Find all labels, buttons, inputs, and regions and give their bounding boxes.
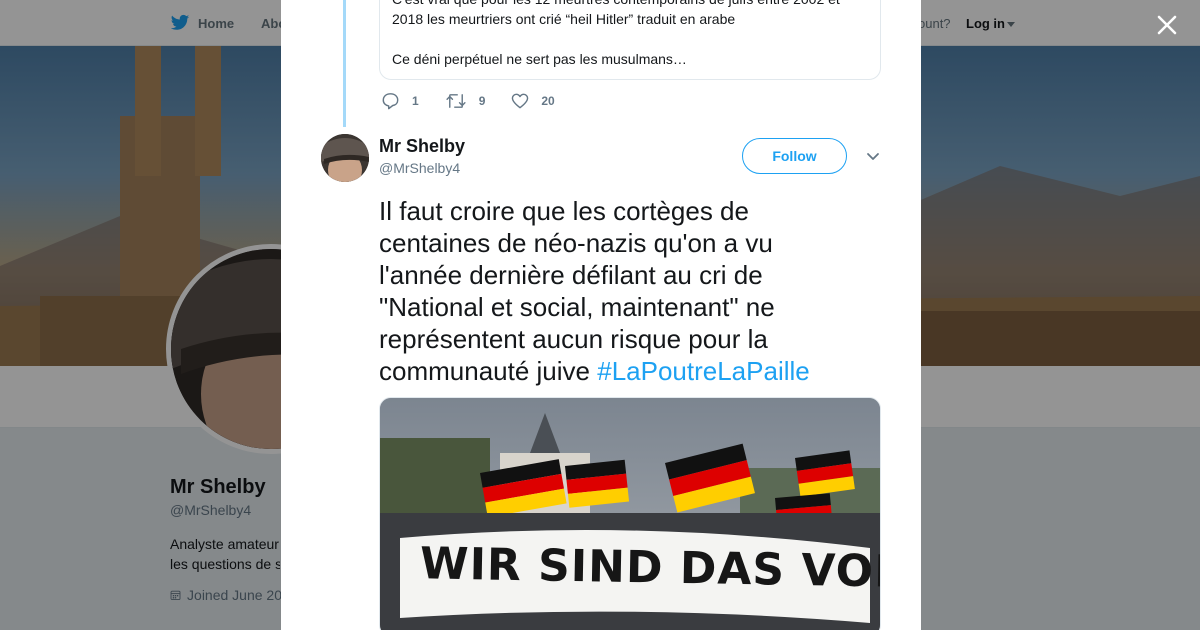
tweet-author-name[interactable]: Mr Shelby [379, 136, 465, 157]
tweet-text-line: représentent aucun risque pour la [379, 324, 768, 354]
tweet-actions-bar: 1 9 20 [381, 92, 581, 110]
hashtag-link[interactable]: #LaPoutreLaPaille [597, 356, 810, 386]
tweet-text-line: centaines de néo-nazis qu'on a vu [379, 228, 773, 258]
retweet-icon [446, 94, 466, 108]
quoted-tweet-card[interactable]: C'est vrai que pour les 12 meurtres cont… [379, 0, 881, 80]
like-count: 20 [541, 94, 555, 108]
avatar-image [321, 134, 369, 182]
quoted-tweet-line: Ce déni perpétuel ne sert pas les musulm… [392, 51, 687, 67]
thread-connector-line [343, 0, 346, 127]
tweet-text-line-last: communauté juive #LaPoutreLaPaille [379, 355, 879, 387]
tweet-text-end: communauté juive [379, 356, 598, 386]
tweet-media-image[interactable]: WIR SIND DAS VOLK! [379, 397, 881, 630]
tweet-modal: C'est vrai que pour les 12 meurtres cont… [281, 0, 921, 630]
tweet-author-handle[interactable]: @MrShelby4 [379, 160, 460, 176]
close-icon[interactable] [1154, 12, 1180, 38]
reply-icon [382, 93, 399, 110]
like-button[interactable]: 20 [511, 93, 555, 109]
tweet-text-line: l'année dernière défilant au cri de [379, 260, 763, 290]
tweet-text-line: "National et social, maintenant" ne [379, 292, 775, 322]
tweet-author-avatar[interactable] [321, 134, 369, 182]
quoted-tweet-line: C'est vrai que pour les 12 meurtres cont… [392, 0, 868, 9]
chevron-down-icon[interactable] [865, 150, 881, 164]
reply-button[interactable]: 1 [381, 92, 419, 110]
reply-count: 1 [412, 94, 419, 108]
quoted-tweet-line: 2018 les meurtriers ont crié “heil Hitle… [392, 11, 736, 27]
banner-slogan-text: WIR SIND DAS VOLK! [419, 538, 881, 599]
tweet-text-line: Il faut croire que les cortèges de [379, 196, 749, 226]
like-icon [512, 93, 529, 109]
tweet-text: Il faut croire que les cortèges de centa… [379, 195, 879, 387]
retweet-button[interactable]: 9 [445, 93, 486, 109]
follow-button[interactable]: Follow [742, 138, 847, 174]
retweet-count: 9 [478, 94, 486, 108]
